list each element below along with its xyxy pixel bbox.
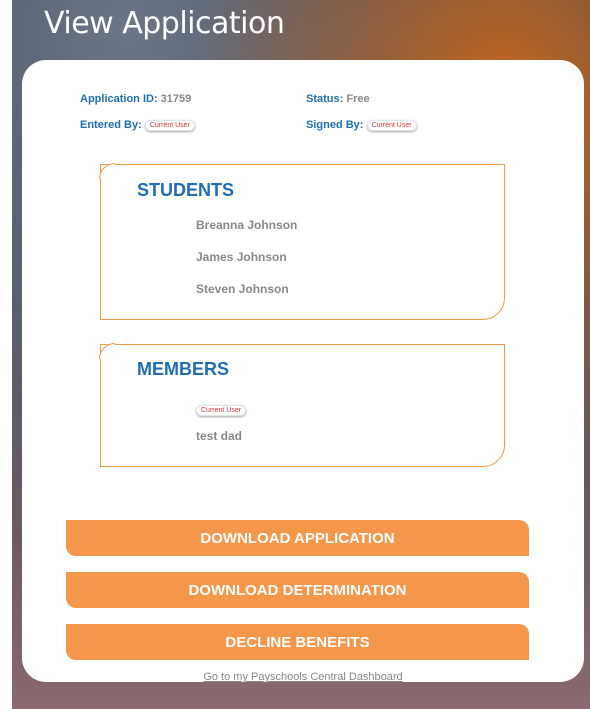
application-id-label: Application ID: xyxy=(80,93,158,105)
member-current-user-badge: Current User xyxy=(196,405,247,416)
entered-by-badge: Current User xyxy=(144,119,195,131)
student-item: Breanna Johnson xyxy=(196,218,298,232)
dashboard-link[interactable]: Go to my Payschools Central Dashboard xyxy=(22,671,584,683)
students-panel: STUDENTS Breanna Johnson James Johnson S… xyxy=(99,163,505,320)
entered-by: Entered By: Current User xyxy=(80,119,195,131)
decline-benefits-button[interactable]: DECLINE BENEFITS xyxy=(66,624,529,660)
application-id-value: 31759 xyxy=(160,93,192,105)
student-item: James Johnson xyxy=(196,250,287,264)
page-title: View Application xyxy=(44,6,285,41)
members-panel: MEMBERS Current User test dad xyxy=(99,343,505,467)
entered-by-label: Entered By: xyxy=(80,119,142,131)
download-application-button[interactable]: DOWNLOAD APPLICATION xyxy=(66,520,529,556)
application-id: Application ID: 31759 xyxy=(80,93,191,105)
status-value: Free xyxy=(346,93,370,105)
application-card: Application ID: 31759 Status: Free Enter… xyxy=(22,60,584,683)
signed-by-label: Signed By: xyxy=(306,119,364,131)
student-item: Steven Johnson xyxy=(196,282,289,296)
signed-by-badge: Current User xyxy=(366,119,417,131)
members-heading: MEMBERS xyxy=(137,359,230,379)
download-determination-button[interactable]: DOWNLOAD DETERMINATION xyxy=(66,572,529,608)
member-item: test dad xyxy=(196,429,243,443)
signed-by: Signed By: Current User xyxy=(306,119,417,131)
application-status: Status: Free xyxy=(306,93,370,105)
students-heading: STUDENTS xyxy=(137,180,235,200)
status-label: Status: xyxy=(306,93,344,105)
